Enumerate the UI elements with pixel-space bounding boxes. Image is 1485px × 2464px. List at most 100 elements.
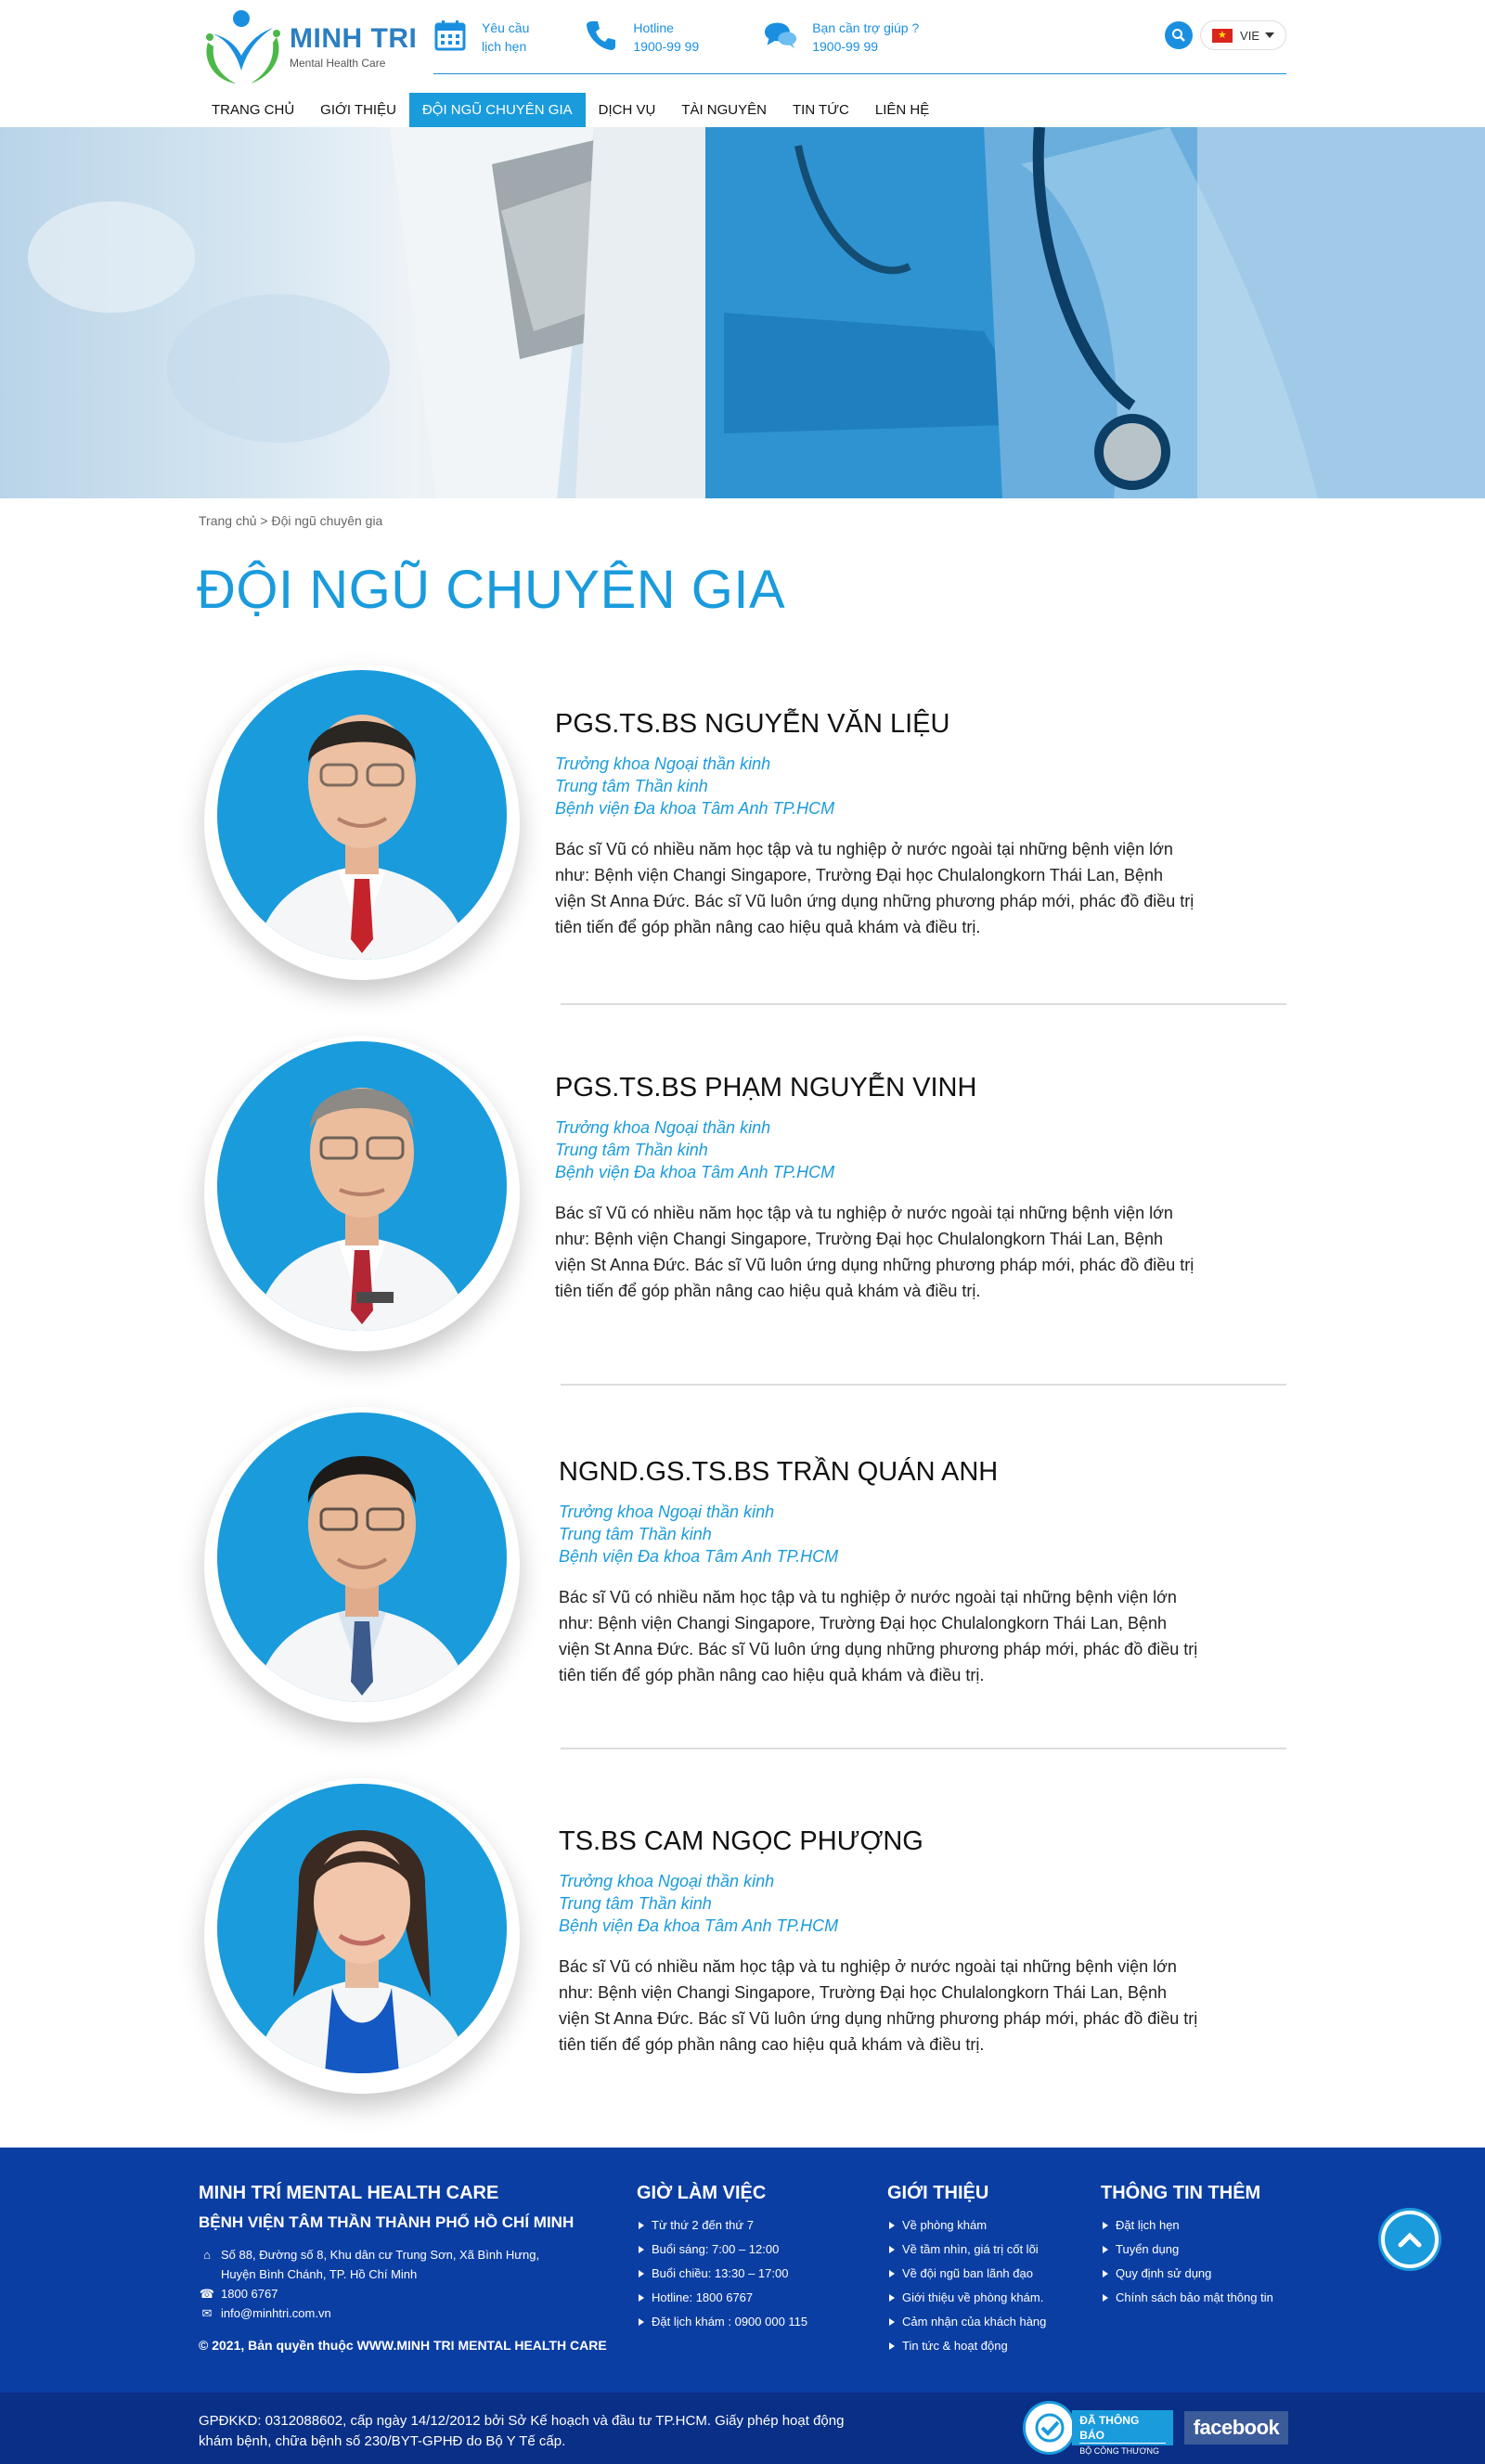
doctor-avatar-frame — [204, 664, 520, 980]
footer-email[interactable]: info@minhtri.com.vn — [221, 2303, 331, 2323]
doctor-role: Trưởng khoa Ngoại thần kinh — [555, 1118, 771, 1137]
doctor-role: Trưởng khoa Ngoại thần kinh — [555, 755, 771, 773]
chevron-up-icon — [1398, 2232, 1422, 2248]
nav-experts[interactable]: ĐỘI NGŨ CHUYÊN GIA — [408, 93, 586, 127]
language-selector[interactable]: VIE — [1200, 20, 1286, 50]
logo-subtitle: Mental Health Care — [290, 57, 386, 70]
mail-icon: ✉ — [201, 2306, 213, 2320]
chevron-down-icon — [1265, 32, 1274, 38]
site-header: MINH TRI Mental Health Care Yêu cầu lịch… — [199, 0, 1286, 127]
support-label: Bạn cần trợ giúp ? — [812, 20, 920, 35]
footer-phone[interactable]: 1800 6767 — [221, 2284, 278, 2303]
license-line-2: khám bệnh, chữa bệnh số 230/BYT-GPHĐ do … — [199, 2433, 566, 2449]
footer-org-title: MINH TRÍ MENTAL HEALTH CARE — [199, 2183, 499, 2203]
footer-hours: GIỜ LÀM VIỆC Từ thứ 2 đến thứ 7 Buổi sán… — [637, 2183, 807, 2334]
doctor-department: Trung tâm Thần kinh — [559, 1525, 712, 1543]
nav-about[interactable]: GIỚI THIỆU — [307, 93, 409, 127]
doctor-name[interactable]: PGS.TS.BS NGUYỄN VĂN LIỆU — [555, 709, 1195, 740]
logo-title: MINH TRI — [290, 23, 418, 54]
doctor-portrait-icon — [254, 1830, 470, 2073]
home-icon: ⌂ — [203, 2248, 211, 2262]
footer-hours-title: GIỜ LÀM VIỆC — [637, 2183, 767, 2203]
footer-about-link[interactable]: Về tầm nhìn, giá trị cốt lõi — [902, 2242, 1039, 2256]
doctor-avatar-frame — [204, 1778, 520, 2094]
doctor-hospital: Bệnh viện Đa khoa Tâm Anh TP.HCM — [555, 1163, 835, 1181]
phone-icon: ☎ — [199, 2287, 215, 2301]
doctor-name[interactable]: NGND.GS.TS.BS TRẦN QUÁN ANH — [559, 1457, 1199, 1488]
doctor-photo[interactable] — [217, 1041, 507, 1331]
footer-contact: MINH TRÍ MENTAL HEALTH CARE BỆNH VIỆN TÂ… — [199, 2183, 607, 2353]
doctor-description: Bác sĩ Vũ có nhiều năm học tập và tu ngh… — [555, 840, 1194, 936]
footer-org-subtitle: BỆNH VIỆN TÂM THẦN THÀNH PHỐ HỒ CHÍ MINH — [199, 2213, 575, 2231]
doctor-name[interactable]: TS.BS CAM NGỌC PHƯỢNG — [559, 1826, 1199, 1857]
doctor-description: Bác sĩ Vũ có nhiều năm học tập và tu ngh… — [559, 1588, 1198, 1684]
search-icon — [1172, 29, 1185, 42]
doctor-name[interactable]: PGS.TS.BS PHẠM NGUYỄN VINH — [555, 1073, 1195, 1103]
hotline-number: 1900-99 99 — [633, 39, 700, 54]
doctor-photo[interactable] — [217, 1413, 507, 1702]
doctor-department: Trung tâm Thần kinh — [559, 1894, 712, 1913]
nav-resources[interactable]: TÀI NGUYÊN — [668, 93, 780, 127]
breadcrumb-current: Đội ngũ chuyên gia — [271, 513, 383, 528]
footer-more: THÔNG TIN THÊM Đặt lịch hẹn Tuyển dụng Q… — [1101, 2183, 1273, 2310]
footer-about: GIỚI THIỆU Về phòng khám Về tầm nhìn, gi… — [887, 2183, 1046, 2358]
footer-more-link[interactable]: Tuyển dụng — [1116, 2242, 1179, 2256]
badge-sub-text: BỘ CÔNG THƯƠNG — [1079, 2443, 1166, 2458]
nav-home[interactable]: TRANG CHỦ — [199, 93, 307, 127]
doctor-avatar-frame — [204, 1036, 520, 1351]
ministry-registration-badge[interactable]: ĐÃ THÔNG BÁO BỘ CÔNG THƯƠNG — [1023, 2401, 1173, 2458]
back-to-top-button[interactable] — [1381, 2211, 1439, 2268]
doctor-description: Bác sĩ Vũ có nhiều năm học tập và tu ngh… — [555, 1204, 1194, 1300]
footer-more-link[interactable]: Quy định sử dụng — [1116, 2266, 1211, 2280]
footer-more-link[interactable]: Chính sách bảo mật thông tin — [1116, 2290, 1273, 2304]
appointment-link[interactable]: Yêu cầu lịch hẹn — [433, 19, 529, 56]
doctors-banner-image — [28, 127, 1485, 498]
footer-about-link[interactable]: Tin tức & hoạt động — [902, 2339, 1008, 2353]
logo-icon — [206, 10, 280, 84]
footer-about-link[interactable]: Cảm nhận của khách hàng — [902, 2315, 1046, 2329]
footer-address-1: Số 88, Đường số 8, Khu dân cư Trung Sơn,… — [221, 2248, 540, 2262]
footer-copyright: © 2021, Bản quyền thuộc WWW.MINH TRI MEN… — [199, 2338, 607, 2353]
footer-hours-item: Hotline: 1800 6767 — [637, 2286, 807, 2310]
check-badge-icon — [1023, 2401, 1077, 2455]
main-nav: TRANG CHỦ GIỚI THIỆU ĐỘI NGŨ CHUYÊN GIA … — [199, 93, 942, 127]
footer-more-link[interactable]: Đặt lịch hẹn — [1116, 2218, 1180, 2232]
footer-about-link[interactable]: Về phòng khám — [902, 2218, 987, 2232]
phone-icon — [587, 21, 616, 50]
hotline-link[interactable]: Hotline 1900-99 99 — [585, 19, 699, 56]
header-divider — [433, 73, 1286, 74]
breadcrumb-home[interactable]: Trang chủ — [199, 513, 257, 528]
doctor-hospital: Bệnh viện Đa khoa Tâm Anh TP.HCM — [559, 1916, 839, 1935]
doctor-photo[interactable] — [217, 1784, 507, 2073]
support-link[interactable]: Bạn cần trợ giúp ? 1900-99 99 — [764, 19, 919, 56]
chat-icon — [765, 22, 797, 49]
footer-about-link[interactable]: Giới thiệu về phòng khám. — [902, 2290, 1043, 2304]
doctor-divider — [561, 1748, 1286, 1749]
footer-about-link[interactable]: Về đội ngũ ban lãnh đạo — [902, 2266, 1033, 2280]
nav-services[interactable]: DỊCH VỤ — [586, 93, 669, 127]
doctor-avatar-frame — [204, 1407, 520, 1722]
logo[interactable]: MINH TRI Mental Health Care — [199, 6, 417, 87]
doctor-portrait-icon — [254, 715, 470, 960]
footer-hours-item: Đặt lịch khám : 0900 000 115 — [637, 2310, 807, 2334]
site-footer: MINH TRÍ MENTAL HEALTH CARE BỆNH VIỆN TÂ… — [0, 2148, 1485, 2393]
doctor-portrait-icon — [254, 1456, 470, 1702]
license-line-1: GPĐKKD: 0312088602, cấp ngày 14/12/2012 … — [199, 2413, 845, 2429]
nav-contact[interactable]: LIÊN HỆ — [862, 93, 942, 127]
nav-news[interactable]: TIN TỨC — [780, 93, 862, 127]
appointment-line2: lịch hẹn — [482, 39, 527, 54]
appointment-line1: Yêu cầu — [482, 20, 530, 35]
footer-address-2: Huyện Bình Chánh, TP. Hồ Chí Minh — [221, 2267, 418, 2281]
doctor-description: Bác sĩ Vũ có nhiều năm học tập và tu ngh… — [559, 1957, 1198, 2054]
doctor-role: Trưởng khoa Ngoại thần kinh — [559, 1503, 775, 1521]
hotline-label: Hotline — [633, 20, 674, 35]
footer-hours-item: Từ thứ 2 đến thứ 7 — [637, 2213, 807, 2238]
doctor-hospital: Bệnh viện Đa khoa Tâm Anh TP.HCM — [559, 1547, 839, 1566]
bottom-bar: GPĐKKD: 0312088602, cấp ngày 14/12/2012 … — [0, 2393, 1485, 2464]
search-button[interactable] — [1165, 21, 1194, 49]
footer-hours-item: Buổi sáng: 7:00 – 12:00 — [637, 2238, 807, 2262]
calendar-icon — [434, 20, 466, 51]
doctor-portrait-icon — [254, 1088, 470, 1331]
facebook-button[interactable]: facebook — [1184, 2411, 1288, 2445]
doctor-photo[interactable] — [217, 670, 507, 960]
